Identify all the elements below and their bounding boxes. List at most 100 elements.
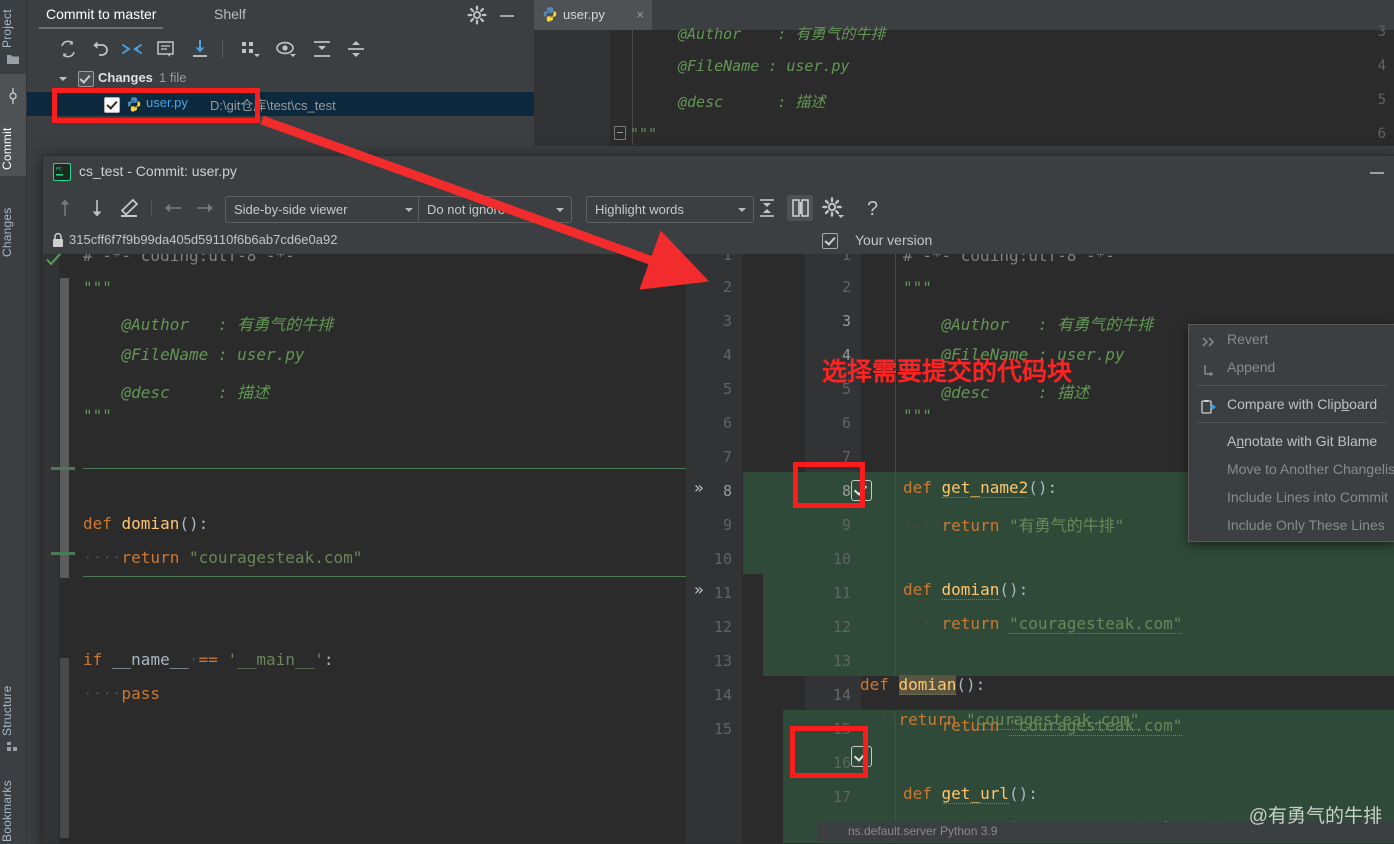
sidebar-item-structure[interactable]: Structure (0, 676, 26, 736)
sidebar-item-bookmarks[interactable]: Bookmarks (0, 770, 26, 842)
expand-chevron-icon[interactable]: » (694, 478, 704, 497)
collapse-unchanged-icon[interactable] (755, 196, 779, 220)
arrow-up-icon[interactable] (53, 196, 77, 220)
diff-icon[interactable] (120, 37, 144, 61)
sidebar-item-changes[interactable]: Changes (0, 185, 26, 257)
viewer-mode-label: Side-by-side viewer (234, 202, 347, 217)
update-icon[interactable] (188, 37, 212, 61)
expand-chevron-icon[interactable]: » (694, 580, 704, 599)
editor-tab-user-py[interactable]: user.py × (534, 0, 652, 30)
watermark: @有勇气的牛排 (1249, 801, 1382, 828)
line-number: 5 (1378, 92, 1386, 108)
code-line: def get_name2(): (903, 478, 1057, 497)
code-line: @Author : 有勇气的牛排 (83, 311, 333, 335)
code-line: @Author : 有勇气的牛排 (678, 23, 885, 44)
folder-icon (6, 52, 20, 66)
menu-item-include-lines-into-commit[interactable]: Include Lines into Commit (1189, 483, 1394, 511)
diff-left-pane[interactable]: # -*- coding:utf-8 -*- """ @Author : 有勇气… (43, 254, 686, 843)
rollback-icon[interactable] (88, 37, 112, 61)
code-line: # -*- coding:utf-8 -*- (903, 254, 1115, 265)
menu-item-append[interactable]: Append (1189, 353, 1394, 381)
close-icon[interactable]: × (636, 7, 644, 22)
chevron-down-icon (556, 208, 564, 212)
arrow-left-icon[interactable] (161, 196, 185, 220)
gear-icon[interactable] (466, 4, 488, 26)
arrow-right-icon[interactable] (193, 196, 217, 220)
expand-all-icon[interactable] (310, 37, 334, 61)
refresh-icon[interactable] (56, 37, 80, 61)
synchronize-scroll-toggle[interactable] (787, 195, 813, 221)
changed-range-marker (51, 552, 75, 555)
code-line: if __name__·== '__main__': (83, 650, 333, 669)
annotation-callout-text: 选择需要提交的代码块 (822, 352, 1072, 388)
code-line: ····pass (83, 684, 160, 703)
annotation-box-checkbox-2 (790, 726, 868, 778)
menu-item-compare-with-clipboard[interactable]: Compare with Clipboard (1189, 390, 1394, 418)
changes-group-checkbox[interactable] (78, 71, 94, 87)
svg-text:?: ? (867, 198, 878, 220)
structure-icon (6, 740, 20, 754)
left-annotation-gutter (43, 254, 59, 843)
preview-icon[interactable] (274, 37, 298, 61)
editor-text-area[interactable]: 3 4 5 6 @Author : 有勇气的牛排 @FileName : use… (534, 30, 1394, 150)
indent-guide (895, 254, 896, 843)
menu-item-revert[interactable]: Revert (1189, 325, 1394, 353)
arrow-down-icon[interactable] (85, 196, 109, 220)
comment-icon[interactable] (154, 37, 178, 61)
collapse-all-icon[interactable] (344, 37, 368, 61)
scrollbar-thumb[interactable] (60, 278, 69, 578)
help-icon[interactable]: ? (861, 196, 885, 220)
changes-group-row[interactable]: Changes 1 file (26, 68, 534, 90)
code-line: def domian(): (83, 514, 208, 533)
commit-node-icon (5, 88, 19, 102)
group-by-icon[interactable] (238, 37, 262, 61)
tab-commit-to-master[interactable]: Commit to master (34, 0, 168, 29)
python-file-icon (542, 6, 558, 22)
annotation-box-checkbox-1 (793, 462, 865, 508)
line-number: 4 (1378, 58, 1386, 74)
menu-item-move-to-another-changelist[interactable]: Move to Another Changelist (1189, 455, 1394, 483)
your-version-checkbox[interactable] (822, 233, 838, 249)
viewer-mode-dropdown[interactable]: Side-by-side viewer (225, 196, 421, 223)
diff-left-line-numbers: 1 2 3 4 5 6 7 8 9 10 11 12 13 14 15 » » (686, 254, 742, 843)
commit-tool-window: Commit to master Shelf (26, 0, 534, 150)
menu-separator (1197, 422, 1387, 423)
menu-item-annotate-with-git-blame[interactable]: Annotate with Git Blame (1189, 427, 1394, 455)
diff-separator-line (83, 468, 686, 469)
minimize-icon[interactable] (496, 4, 518, 26)
fold-marker-icon[interactable] (614, 126, 626, 140)
code-line: @FileName : user.py (678, 57, 850, 75)
code-line: ····return "couragesteak.com" (903, 614, 1182, 633)
diff-dialog-title: cs_test - Commit: user.py (79, 163, 237, 179)
gear-icon[interactable] (821, 196, 845, 220)
commit-toolbar (26, 32, 534, 65)
inspection-ok-icon (45, 254, 63, 268)
append-icon (1201, 359, 1217, 375)
tool-window-strip: Project Commit Changes Structure Bookmar… (0, 0, 27, 842)
pycharm-icon: PC (53, 163, 71, 181)
diff-toolbar: Side-by-side viewer Do not ignore Highli… (43, 188, 1394, 228)
chevron-down-icon[interactable] (56, 72, 70, 86)
lock-icon (51, 232, 65, 248)
code-line: @desc : 描述 (83, 379, 269, 403)
changes-file-count: 1 file (159, 70, 186, 85)
code-line: """ (83, 278, 112, 297)
revert-icon (1201, 331, 1217, 347)
sidebar-item-project[interactable]: Project (0, 4, 26, 48)
code-line: def domian(): (903, 580, 1028, 599)
minimize-icon[interactable] (1367, 165, 1387, 179)
code-line-14: def domian(): (860, 675, 985, 694)
menu-item-include-only-these-lines[interactable]: Include Only These Lines (1189, 511, 1394, 539)
highlight-dropdown[interactable]: Highlight words (586, 196, 754, 223)
code-line: @Author : 有勇气的牛排 (903, 311, 1153, 335)
scrollbar-track[interactable] (60, 658, 69, 838)
diff-context-menu: Revert Append Compare with Clipboard Ann… (1188, 324, 1394, 542)
menu-separator (1197, 385, 1387, 386)
code-line: """ (903, 278, 932, 297)
pencil-icon[interactable] (117, 196, 141, 220)
code-editor-background: user.py × 3 4 5 6 @Author : 有勇气的牛排 @File… (534, 0, 1394, 150)
whitespace-dropdown[interactable]: Do not ignore (418, 196, 572, 223)
code-line: """ (630, 125, 657, 143)
code-line: @desc : 描述 (678, 91, 825, 112)
tab-shelf[interactable]: Shelf (202, 0, 258, 29)
